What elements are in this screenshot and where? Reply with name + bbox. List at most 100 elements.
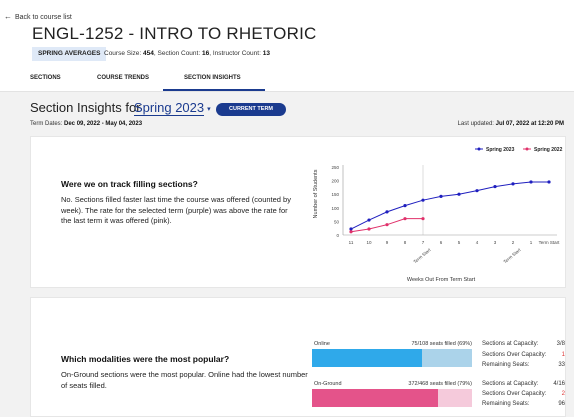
x-tick-label: 2 xyxy=(512,240,515,245)
y-axis-label: Number of Students xyxy=(313,169,319,218)
section-count-label: Section Count: xyxy=(157,50,201,57)
enrollment-pace-chart: Spring 2023 Spring 2022 0 50 100 150 200 250 1… xyxy=(313,147,563,283)
data-point xyxy=(421,217,425,221)
legend-label: Spring 2023 xyxy=(486,147,515,153)
last-updated-label: Last updated: xyxy=(457,121,494,127)
last-updated-value: Jul 07, 2022 at 12:20 PM xyxy=(495,121,564,127)
x-tick-label: 6 xyxy=(440,240,443,245)
tab-section-insights[interactable]: SECTION INSIGHTS xyxy=(184,75,241,81)
chart-marks xyxy=(349,180,551,234)
card-explanation: On-Ground sections were the most popular… xyxy=(61,370,308,390)
course-stats: Course Size: 454, Section Count: 16, Ins… xyxy=(104,50,270,57)
over-capacity-value: 1 xyxy=(561,352,565,358)
course-title: ENGL-1252 - INTRO TO RHETORIC xyxy=(32,24,317,43)
y-axis: 0 50 100 150 200 250 xyxy=(331,165,344,238)
x-tick-label: 10 xyxy=(366,240,372,245)
over-capacity-label: Sections Over Capacity: xyxy=(482,352,547,358)
data-point xyxy=(529,180,533,184)
last-updated: Last updated: Jul 07, 2022 at 12:20 PM xyxy=(458,121,564,127)
x-tick-label: 7 xyxy=(422,240,425,245)
enrollment-pace-card: Were we on track filling sections? No. S… xyxy=(30,136,566,288)
data-point xyxy=(403,217,407,221)
course-header: ← Back to course list ENGL-1252 - INTRO T… xyxy=(0,0,574,94)
series-line xyxy=(350,181,549,230)
data-point xyxy=(547,180,551,184)
data-point xyxy=(367,218,371,222)
back-link[interactable]: ← Back to course list xyxy=(4,12,72,21)
capacity-value: 3/8 xyxy=(556,341,565,347)
modalities-card: Which modalities were the most popular? … xyxy=(30,297,566,417)
remaining-seats-value: 33 xyxy=(558,362,565,368)
current-term-button[interactable]: CURRENT TERM xyxy=(216,103,286,116)
tab-sections[interactable]: SECTIONS xyxy=(30,75,61,81)
capacity-bar-on-ground xyxy=(312,389,472,407)
x-tick-label: 9 xyxy=(386,240,389,245)
remaining-seats-value: 96 xyxy=(558,401,565,407)
legend-marker xyxy=(477,147,481,151)
term-start-annotation: Term Start xyxy=(412,247,432,265)
modality-name-on-ground: On-Ground xyxy=(314,381,342,387)
data-point xyxy=(493,184,497,189)
x-axis-label: Weeks Out From Term Start xyxy=(407,277,476,283)
chart-legend: Spring 2023 Spring 2022 xyxy=(475,147,563,153)
arrow-left-icon: ← xyxy=(4,12,12,21)
card-question: Which modalities were the most popular? xyxy=(61,354,230,364)
x-tick-label: 11 xyxy=(349,240,354,245)
data-point xyxy=(475,189,479,193)
x-axis: 11 10 9 8 7 6 5 4 3 2 1 Term Start Term Start Term St… xyxy=(343,165,560,264)
seats-filled-online: 75/108 seats filled (69%) xyxy=(411,341,472,347)
data-point xyxy=(385,210,389,214)
averages-badge: SPRING AVERAGES xyxy=(32,47,107,61)
over-capacity-label: Sections Over Capacity: xyxy=(482,391,547,397)
y-tick-label: 150 xyxy=(331,192,339,197)
term-dates: Term Dates: Dec 09, 2022 - May 04, 2023 xyxy=(30,121,142,127)
capacity-label: Sections at Capacity: xyxy=(482,381,539,387)
term-select[interactable]: Spring 2023 ▾ xyxy=(134,100,211,116)
course-size-value: 454 xyxy=(143,50,154,57)
y-tick-label: 100 xyxy=(331,206,339,211)
x-tick-label: 3 xyxy=(494,240,497,245)
card-question: Were we on track filling sections? xyxy=(61,179,198,189)
data-point xyxy=(349,230,353,234)
insights-heading: Section Insights for xyxy=(30,100,141,115)
capacity-value: 4/16 xyxy=(553,381,565,387)
capacity-fill-online xyxy=(312,349,423,367)
term-start-annotation: Term Start xyxy=(502,247,522,265)
over-capacity-value: 2 xyxy=(561,391,565,397)
tab-course-trends[interactable]: COURSE TRENDS xyxy=(97,75,149,81)
y-tick-label: 200 xyxy=(331,179,339,184)
x-tick-label: 5 xyxy=(458,240,461,245)
legend-marker xyxy=(525,147,529,151)
back-link-label: Back to course list xyxy=(15,14,72,21)
y-tick-label: 0 xyxy=(336,233,339,238)
remaining-seats-label: Remaining Seats: xyxy=(482,401,530,407)
term-select-value: Spring 2023 xyxy=(134,100,205,115)
y-tick-label: 250 xyxy=(331,165,339,170)
capacity-label: Sections at Capacity: xyxy=(482,341,539,347)
caret-down-icon: ▾ xyxy=(207,105,211,113)
course-size-label: Course Size: xyxy=(104,50,142,57)
remaining-seats-label: Remaining Seats: xyxy=(482,362,530,368)
data-point xyxy=(457,192,461,196)
instructor-count-label: Instructor Count: xyxy=(212,50,261,57)
legend-label: Spring 2022 xyxy=(534,147,563,153)
modality-name-online: Online xyxy=(314,341,330,347)
data-point xyxy=(511,182,515,186)
x-tick-label: 8 xyxy=(404,240,407,245)
instructor-count-value: 13 xyxy=(262,50,270,57)
x-tick-label: 4 xyxy=(476,240,479,245)
y-tick-label: 50 xyxy=(334,219,340,224)
data-point xyxy=(367,227,371,231)
data-point xyxy=(385,223,389,227)
x-tick-label: 1 xyxy=(530,240,533,245)
x-tick-label: Term Start xyxy=(539,240,561,245)
capacity-fill-on-ground xyxy=(312,389,439,407)
term-dates-label: Term Dates: xyxy=(30,121,63,127)
data-point xyxy=(403,204,407,208)
data-point xyxy=(421,198,425,202)
term-dates-value: Dec 09, 2022 - May 04, 2023 xyxy=(64,121,143,127)
data-point xyxy=(439,194,443,198)
capacity-bar-online xyxy=(312,349,472,367)
section-count-value: 16 xyxy=(201,50,210,57)
card-explanation: No. Sections filled faster last time the… xyxy=(61,195,291,225)
